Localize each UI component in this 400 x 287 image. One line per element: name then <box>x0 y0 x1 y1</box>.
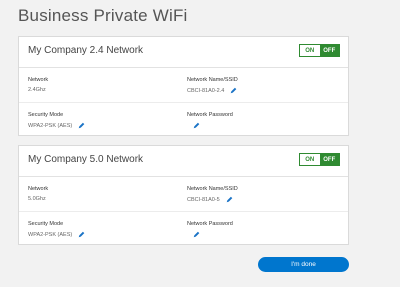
password-label: Network Password <box>187 112 233 118</box>
page-title: Business Private WiFi <box>18 6 188 25</box>
pencil-icon[interactable] <box>193 231 200 238</box>
ssid-label: Network Name/SSID <box>187 77 238 83</box>
network-label: Network <box>28 186 49 192</box>
card-header: My Company 2.4 Network ON OFF <box>19 37 348 68</box>
card-title: My Company 5.0 Network <box>28 154 144 165</box>
card-title: My Company 2.4 Network <box>28 45 144 56</box>
security-row: Security Mode WPA2-PSK (AES) Network Pas… <box>19 103 348 137</box>
network-field: Network 5.0Ghz <box>28 186 52 202</box>
ssid-label: Network Name/SSID <box>187 186 238 192</box>
security-value: WPA2-PSK (AES) <box>28 231 73 238</box>
security-field: Security Mode WPA2-PSK (AES) <box>28 112 85 129</box>
password-label: Network Password <box>187 221 233 227</box>
toggle-off-option[interactable]: OFF <box>319 154 339 165</box>
security-row: Security Mode WPA2-PSK (AES) Network Pas… <box>19 212 348 246</box>
ssid-field: Network Name/SSID CBCI-81A0-2.4 <box>187 77 238 94</box>
network-row: Network 5.0Ghz Network Name/SSID CBCI-81… <box>19 177 348 212</box>
pencil-icon[interactable] <box>78 122 85 129</box>
network-value: 2.4Ghz <box>28 87 46 93</box>
security-field: Security Mode WPA2-PSK (AES) <box>28 221 85 238</box>
toggle-on-option[interactable]: ON <box>300 154 320 165</box>
network-field: Network 2.4Ghz <box>28 77 52 93</box>
ssid-field: Network Name/SSID CBCI-81A0-5 <box>187 186 238 203</box>
network-label: Network <box>28 77 49 83</box>
security-label: Security Mode <box>28 221 64 227</box>
pencil-icon[interactable] <box>226 196 233 203</box>
toggle-on-option[interactable]: ON <box>300 45 320 56</box>
security-label: Security Mode <box>28 112 64 118</box>
network-toggle[interactable]: ON OFF <box>299 153 340 166</box>
pencil-icon[interactable] <box>78 231 85 238</box>
network-card-2-4: My Company 2.4 Network ON OFF Network 2.… <box>18 36 349 136</box>
done-button[interactable]: I'm done <box>258 257 349 272</box>
password-field: Network Password <box>187 112 233 129</box>
pencil-icon[interactable] <box>193 122 200 129</box>
network-row: Network 2.4Ghz Network Name/SSID CBCI-81… <box>19 68 348 103</box>
ssid-value: CBCI-81A0-2.4 <box>187 87 225 94</box>
toggle-off-option[interactable]: OFF <box>319 45 339 56</box>
network-value: 5.0Ghz <box>28 196 46 202</box>
network-card-5-0: My Company 5.0 Network ON OFF Network 5.… <box>18 145 349 245</box>
pencil-icon[interactable] <box>230 87 237 94</box>
password-field: Network Password <box>187 221 233 238</box>
card-header: My Company 5.0 Network ON OFF <box>19 146 348 177</box>
security-value: WPA2-PSK (AES) <box>28 122 73 129</box>
ssid-value: CBCI-81A0-5 <box>187 196 220 203</box>
network-toggle[interactable]: ON OFF <box>299 44 340 57</box>
